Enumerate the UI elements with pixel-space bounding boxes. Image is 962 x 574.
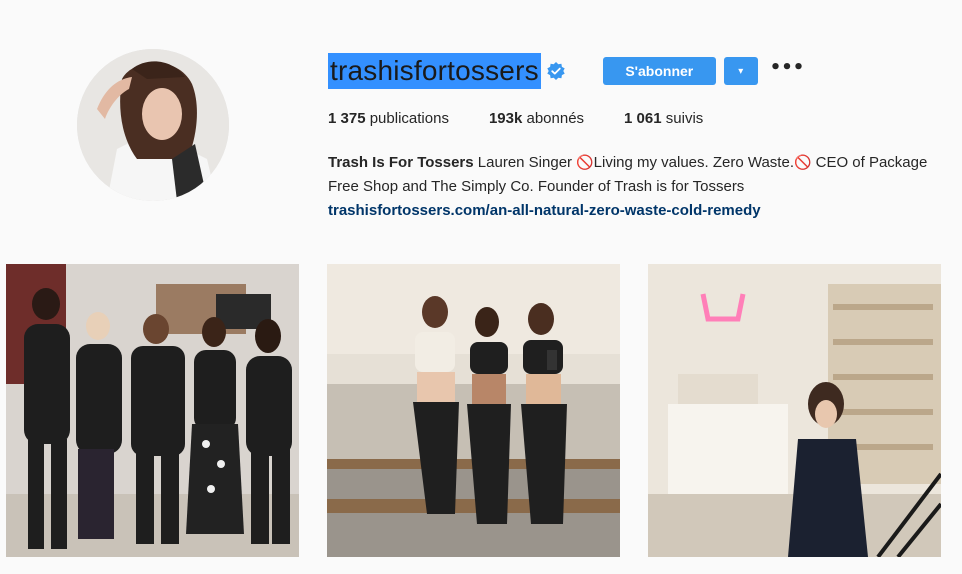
followers-count: 193k (488, 110, 523, 127)
verified-badge-icon (547, 62, 565, 80)
posts-label: publications (369, 110, 449, 127)
no-entry-icon: 🚫 (794, 155, 812, 171)
posts-stat: 1 375 publications (328, 110, 449, 127)
followers-stat[interactable]: 193k abonnés (489, 110, 584, 127)
post-thumbnail-3[interactable] (648, 264, 941, 557)
profile-header: trashisfortossers S'abonner ▾ ••• (328, 52, 804, 90)
posts-count: 1 375 (328, 110, 366, 127)
title-row: trashisfortossers S'abonner ▾ ••• (328, 52, 804, 90)
post-thumbnail-2[interactable] (327, 264, 620, 557)
bio-link[interactable]: trashisfortossers.com/an-all-natural-zer… (328, 199, 938, 223)
follow-button[interactable]: S'abonner (602, 57, 716, 85)
bio-full-name: Trash Is For Tossers (328, 154, 474, 171)
bio-text-1: Lauren Singer (477, 154, 577, 171)
more-options-icon[interactable]: ••• (770, 59, 805, 77)
bio-text-2: Living my values. Zero Waste. (593, 154, 794, 171)
following-stat[interactable]: 1 061 suivis (624, 110, 703, 127)
profile-bio: Trash Is For Tossers Lauren Singer 🚫Livi… (328, 151, 938, 223)
no-entry-icon: 🚫 (576, 155, 594, 171)
followers-label: abonnés (526, 110, 585, 127)
post-thumbnail-1[interactable] (6, 264, 299, 557)
following-label: suivis (665, 110, 704, 127)
profile-avatar[interactable] (77, 49, 229, 201)
username: trashisfortossers (328, 53, 541, 89)
suggestions-dropdown-button[interactable]: ▾ (723, 57, 758, 85)
following-count: 1 061 (624, 110, 662, 127)
profile-stats: 1 375 publications 193k abonnés 1 061 su… (328, 110, 743, 127)
